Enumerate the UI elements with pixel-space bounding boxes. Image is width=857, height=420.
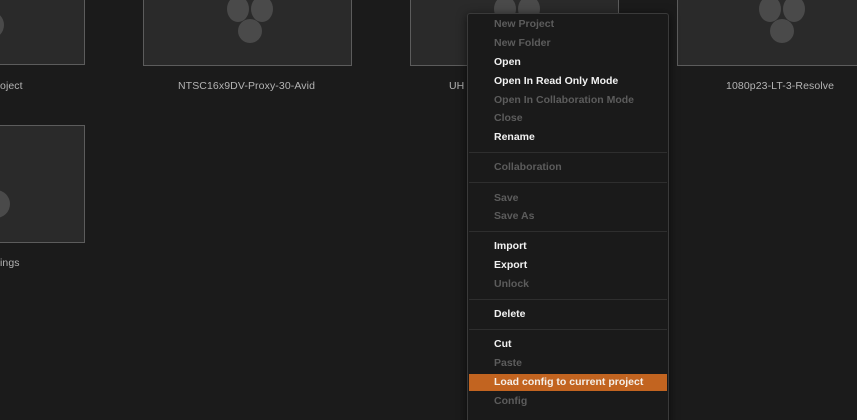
menu-separator bbox=[469, 299, 667, 300]
resolve-logo-icon bbox=[0, 190, 10, 218]
menu-item-save[interactable]: Save bbox=[469, 190, 667, 207]
project-thumbnail[interactable] bbox=[677, 0, 857, 66]
resolve-logo-icon bbox=[227, 0, 273, 43]
menu-item-config[interactable]: Config bbox=[469, 393, 667, 410]
menu-separator bbox=[469, 152, 667, 153]
menu-item-new-project[interactable]: New Project bbox=[469, 16, 667, 33]
resolve-logo-icon bbox=[759, 0, 805, 43]
context-menu: New Project New Folder Open Open In Read… bbox=[467, 13, 669, 420]
menu-item-unlock[interactable]: Unlock bbox=[469, 276, 667, 293]
menu-item-open[interactable]: Open bbox=[469, 54, 667, 71]
menu-item-open-collaboration[interactable]: Open In Collaboration Mode bbox=[469, 92, 667, 109]
menu-separator bbox=[469, 231, 667, 232]
menu-item-import[interactable]: Import bbox=[469, 238, 667, 255]
menu-item-save-as[interactable]: Save As bbox=[469, 208, 667, 225]
project-name[interactable]: ings bbox=[0, 257, 20, 269]
project-name[interactable]: UH bbox=[449, 80, 464, 92]
project-manager: oject NTSC16x9DV-Proxy-30-Avid UH 1080p2… bbox=[0, 0, 857, 420]
project-thumbnail[interactable] bbox=[0, 125, 85, 243]
menu-item-export[interactable]: Export bbox=[469, 257, 667, 274]
menu-item-close[interactable]: Close bbox=[469, 110, 667, 127]
menu-separator bbox=[469, 182, 667, 183]
project-name[interactable]: NTSC16x9DV-Proxy-30-Avid bbox=[178, 80, 315, 92]
menu-item-rename[interactable]: Rename bbox=[469, 129, 667, 146]
menu-item-collaboration[interactable]: Collaboration bbox=[469, 159, 667, 176]
project-name[interactable]: oject bbox=[0, 80, 23, 92]
menu-item-cut[interactable]: Cut bbox=[469, 336, 667, 353]
menu-item-open-read-only[interactable]: Open In Read Only Mode bbox=[469, 73, 667, 90]
menu-item-new-folder[interactable]: New Folder bbox=[469, 35, 667, 52]
project-thumbnail[interactable] bbox=[0, 0, 85, 65]
menu-item-load-config[interactable]: Load config to current project bbox=[469, 374, 667, 391]
resolve-logo-icon bbox=[0, 15, 4, 35]
menu-item-delete[interactable]: Delete bbox=[469, 306, 667, 323]
project-name[interactable]: 1080p23-LT-3-Resolve bbox=[726, 80, 834, 92]
menu-item-paste[interactable]: Paste bbox=[469, 355, 667, 372]
menu-separator bbox=[469, 329, 667, 330]
project-thumbnail[interactable] bbox=[143, 0, 352, 66]
